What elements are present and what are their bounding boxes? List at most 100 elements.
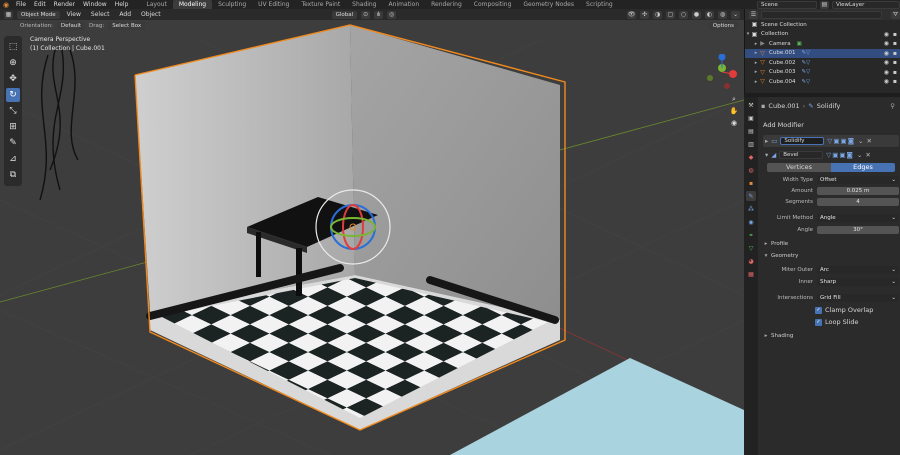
outliner-row-scene-collection[interactable]: ▣ Scene Collection (745, 20, 900, 30)
physics-tab-icon[interactable]: ◉ (746, 217, 756, 227)
camera-view-icon[interactable]: ◉ (729, 118, 739, 128)
menu-view[interactable]: View (64, 11, 84, 18)
eye-icon[interactable]: ◉ (884, 50, 889, 57)
overlay-toggle-icon[interactable]: ◑ (653, 10, 662, 19)
outliner-row-cube-002[interactable]: ▸ ▽ Cube.002 ✎▽ ◉ ▪ (745, 58, 900, 68)
render-camera-icon[interactable]: ▪ (893, 31, 897, 38)
scene-selector[interactable]: Scene (757, 0, 817, 9)
tab-modeling[interactable]: Modeling (172, 0, 213, 9)
view-layer-tab-icon[interactable]: ▥ (746, 139, 756, 149)
clamp-overlap-row[interactable]: ✓ Clamp Overlap (761, 305, 900, 315)
view-layer-selector[interactable]: ViewLayer (832, 0, 900, 9)
inner-dropdown[interactable]: Sharp ⌄ (817, 278, 899, 286)
collapse-icon[interactable]: ▾ (765, 151, 768, 159)
eye-icon[interactable]: ◉ (884, 78, 889, 85)
drag-dropdown[interactable]: Select Box (108, 21, 146, 30)
scale-icon[interactable]: ⤡ (6, 104, 20, 118)
modifier-toggle-icons[interactable]: ▽▣▣◙ (827, 137, 855, 145)
outliner-row-cube-003[interactable]: ▸ ▽ Cube.003 ✎▽ ◉ ▪ (745, 68, 900, 78)
outliner-row-camera[interactable]: ▸ ▶ Camera ▣ ◉ ▪ (745, 39, 900, 49)
tab-compositing[interactable]: Compositing (468, 0, 518, 9)
menu-add[interactable]: Add (116, 11, 134, 18)
shading-material-icon[interactable]: ◐ (705, 10, 714, 19)
menu-select[interactable]: Select (88, 11, 113, 18)
tab-animation[interactable]: Animation (383, 0, 426, 9)
render-camera-icon[interactable]: ▪ (893, 78, 897, 85)
affect-vertices-button[interactable]: Vertices (767, 163, 831, 172)
tool-tab-icon[interactable]: ⚒ (746, 100, 756, 110)
tab-geometry-nodes[interactable]: Geometry Nodes (517, 0, 580, 9)
tab-layout[interactable]: Layout (140, 0, 172, 9)
solidify-name-field[interactable]: Solidify (780, 137, 825, 145)
visibility-icon[interactable]: 👁 (627, 10, 636, 19)
zoom-icon[interactable]: ⌕ (729, 94, 739, 104)
view-layer-icon[interactable]: ▤ (820, 0, 829, 9)
dropdown-icon[interactable]: ⌄ (857, 151, 862, 159)
render-camera-icon[interactable]: ▪ (893, 50, 897, 57)
menu-object[interactable]: Object (138, 11, 164, 18)
object-tab-icon[interactable]: ▪ (746, 178, 756, 188)
tab-rendering[interactable]: Rendering (425, 0, 468, 9)
loop-slide-checkbox[interactable]: ✓ (815, 318, 822, 326)
blender-logo-icon[interactable]: ◉ (0, 0, 12, 9)
menu-file[interactable]: File (12, 0, 30, 9)
tab-texture-paint[interactable]: Texture Paint (295, 0, 346, 9)
mode-selector[interactable]: Object Mode (17, 10, 60, 19)
amount-field[interactable]: 0.025 m (817, 187, 899, 195)
material-tab-icon[interactable]: ◕ (746, 256, 756, 266)
xray-icon[interactable]: ▢ (666, 10, 675, 19)
menu-edit[interactable]: Edit (30, 0, 50, 9)
pin-icon[interactable]: ⚲ (890, 102, 895, 110)
tab-uv-editing[interactable]: UV Editing (252, 0, 295, 9)
tab-scripting[interactable]: Scripting (580, 0, 619, 9)
pan-hand-icon[interactable]: ✋ (729, 106, 739, 116)
render-tab-icon[interactable]: ▣ (746, 113, 756, 123)
dropdown-icon[interactable]: ⌄ (858, 137, 863, 145)
options-button[interactable]: Options (708, 21, 738, 30)
tab-sculpting[interactable]: Sculpting (212, 0, 252, 9)
add-cube-icon[interactable]: ⧉ (6, 168, 20, 182)
particles-tab-icon[interactable]: ⁂ (746, 204, 756, 214)
modifier-tab-icon[interactable]: ✎ (746, 191, 756, 201)
3d-viewport[interactable]: Camera Perspective (1) Collection | Cube… (0, 20, 744, 455)
remove-modifier-icon[interactable]: ✕ (865, 151, 870, 159)
miter-outer-dropdown[interactable]: Arc ⌄ (817, 266, 899, 274)
affect-edges-button[interactable]: Edges (831, 163, 895, 172)
eye-icon[interactable]: ◉ (884, 40, 889, 47)
shading-render-icon[interactable]: ◍ (718, 10, 727, 19)
eye-icon[interactable]: ◉ (884, 69, 889, 76)
eye-icon[interactable]: ◉ (884, 59, 889, 66)
texture-tab-icon[interactable]: ▦ (746, 269, 756, 279)
outliner-row-cube-004[interactable]: ▸ ▽ Cube.004 ✎▽ ◉ ▪ (745, 77, 900, 87)
constraints-tab-icon[interactable]: ⚭ (746, 230, 756, 240)
editor-type-icon[interactable]: ▦ (4, 10, 13, 19)
gizmo-toggle-icon[interactable]: ✣ (640, 10, 649, 19)
move-icon[interactable]: ✥ (6, 72, 20, 86)
modifier-bevel-header[interactable]: ▾ ◢ Bevel ▽▣▣◙ ⌄ ✕ (763, 149, 899, 161)
shading-solid-icon[interactable]: ● (692, 10, 701, 19)
render-camera-icon[interactable]: ▪ (893, 40, 897, 47)
width-type-dropdown[interactable]: Offset ⌄ (817, 176, 899, 184)
transform-icon[interactable]: ⊞ (6, 120, 20, 134)
bevel-name-field[interactable]: Bevel (779, 151, 824, 159)
transform-orientation[interactable]: Global (331, 10, 358, 19)
menu-window[interactable]: Window (79, 0, 111, 9)
menu-render[interactable]: Render (50, 0, 79, 9)
modifier-toggle-icons[interactable]: ▽▣▣◙ (826, 151, 854, 159)
remove-modifier-icon[interactable]: ✕ (866, 137, 871, 145)
data-tab-icon[interactable]: ▽ (746, 243, 756, 253)
outliner-row-collection[interactable]: ▾ ▣ Collection ◉ ▪ (745, 30, 900, 40)
intersections-dropdown[interactable]: Grid Fill ⌄ (817, 294, 899, 302)
annotate-icon[interactable]: ✎ (6, 136, 20, 150)
loop-slide-row[interactable]: ✓ Loop Slide (761, 317, 900, 327)
angle-field[interactable]: 30° (817, 226, 899, 234)
outliner-search-input[interactable] (761, 10, 882, 19)
shading-wire-icon[interactable]: ○ (679, 10, 688, 19)
rotate-icon[interactable]: ↻ (6, 88, 20, 102)
pivot-icon[interactable]: ⊙ (361, 10, 371, 19)
eye-icon[interactable]: ◉ (884, 31, 889, 38)
modifier-solidify-header[interactable]: ▸ ▭ Solidify ▽▣▣◙ ⌄ ✕ (763, 135, 899, 147)
measure-icon[interactable]: ⊿ (6, 152, 20, 166)
segments-field[interactable]: 4 (817, 198, 899, 206)
geometry-section[interactable]: ▾ Geometry (761, 251, 799, 261)
